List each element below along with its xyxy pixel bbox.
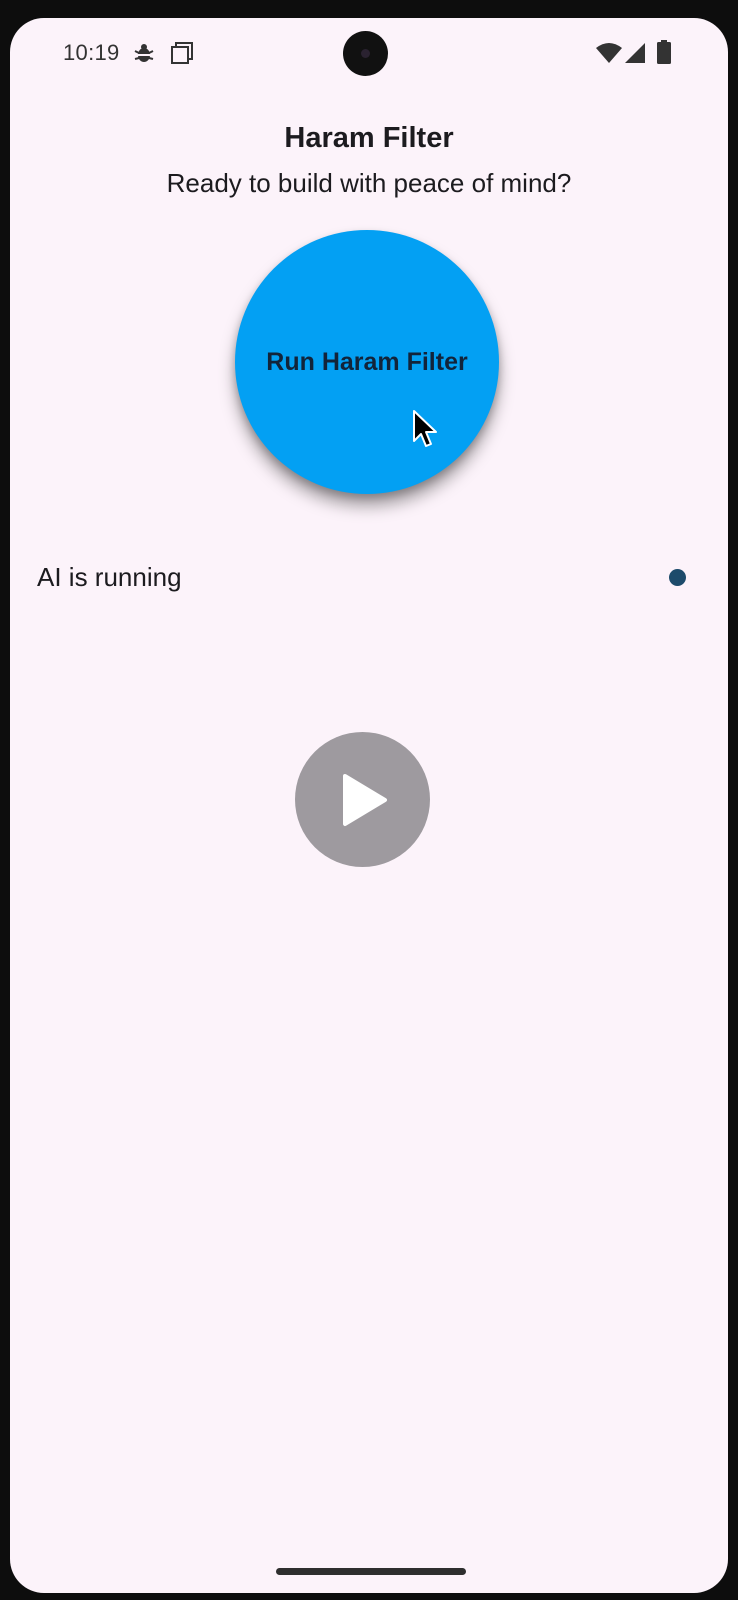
front-camera [343,31,388,76]
run-button-label: Run Haram Filter [266,347,468,376]
run-haram-filter-button[interactable]: Run Haram Filter [235,230,499,494]
screenshot-icon [171,42,193,64]
mouse-cursor-icon [413,410,437,447]
status-time: 10:19 [63,40,120,65]
navigation-handle[interactable] [276,1568,466,1575]
play-button[interactable] [295,732,430,867]
status-indicator-dot [669,569,686,586]
status-bar: 10:19 [10,18,728,90]
battery-icon [657,40,671,64]
signal-icon [625,43,645,63]
page-title: Haram Filter [284,122,454,154]
bug-icon [134,44,154,62]
device-frame: 10:19 Haram Filter Ready to build with p… [0,0,738,1600]
ai-status-text: AI is running [37,562,182,592]
play-icon [342,773,387,826]
page-subtitle: Ready to build with peace of mind? [166,168,572,198]
wifi-icon [596,43,622,63]
app-screen: 10:19 Haram Filter Ready to build with p… [10,18,728,1593]
